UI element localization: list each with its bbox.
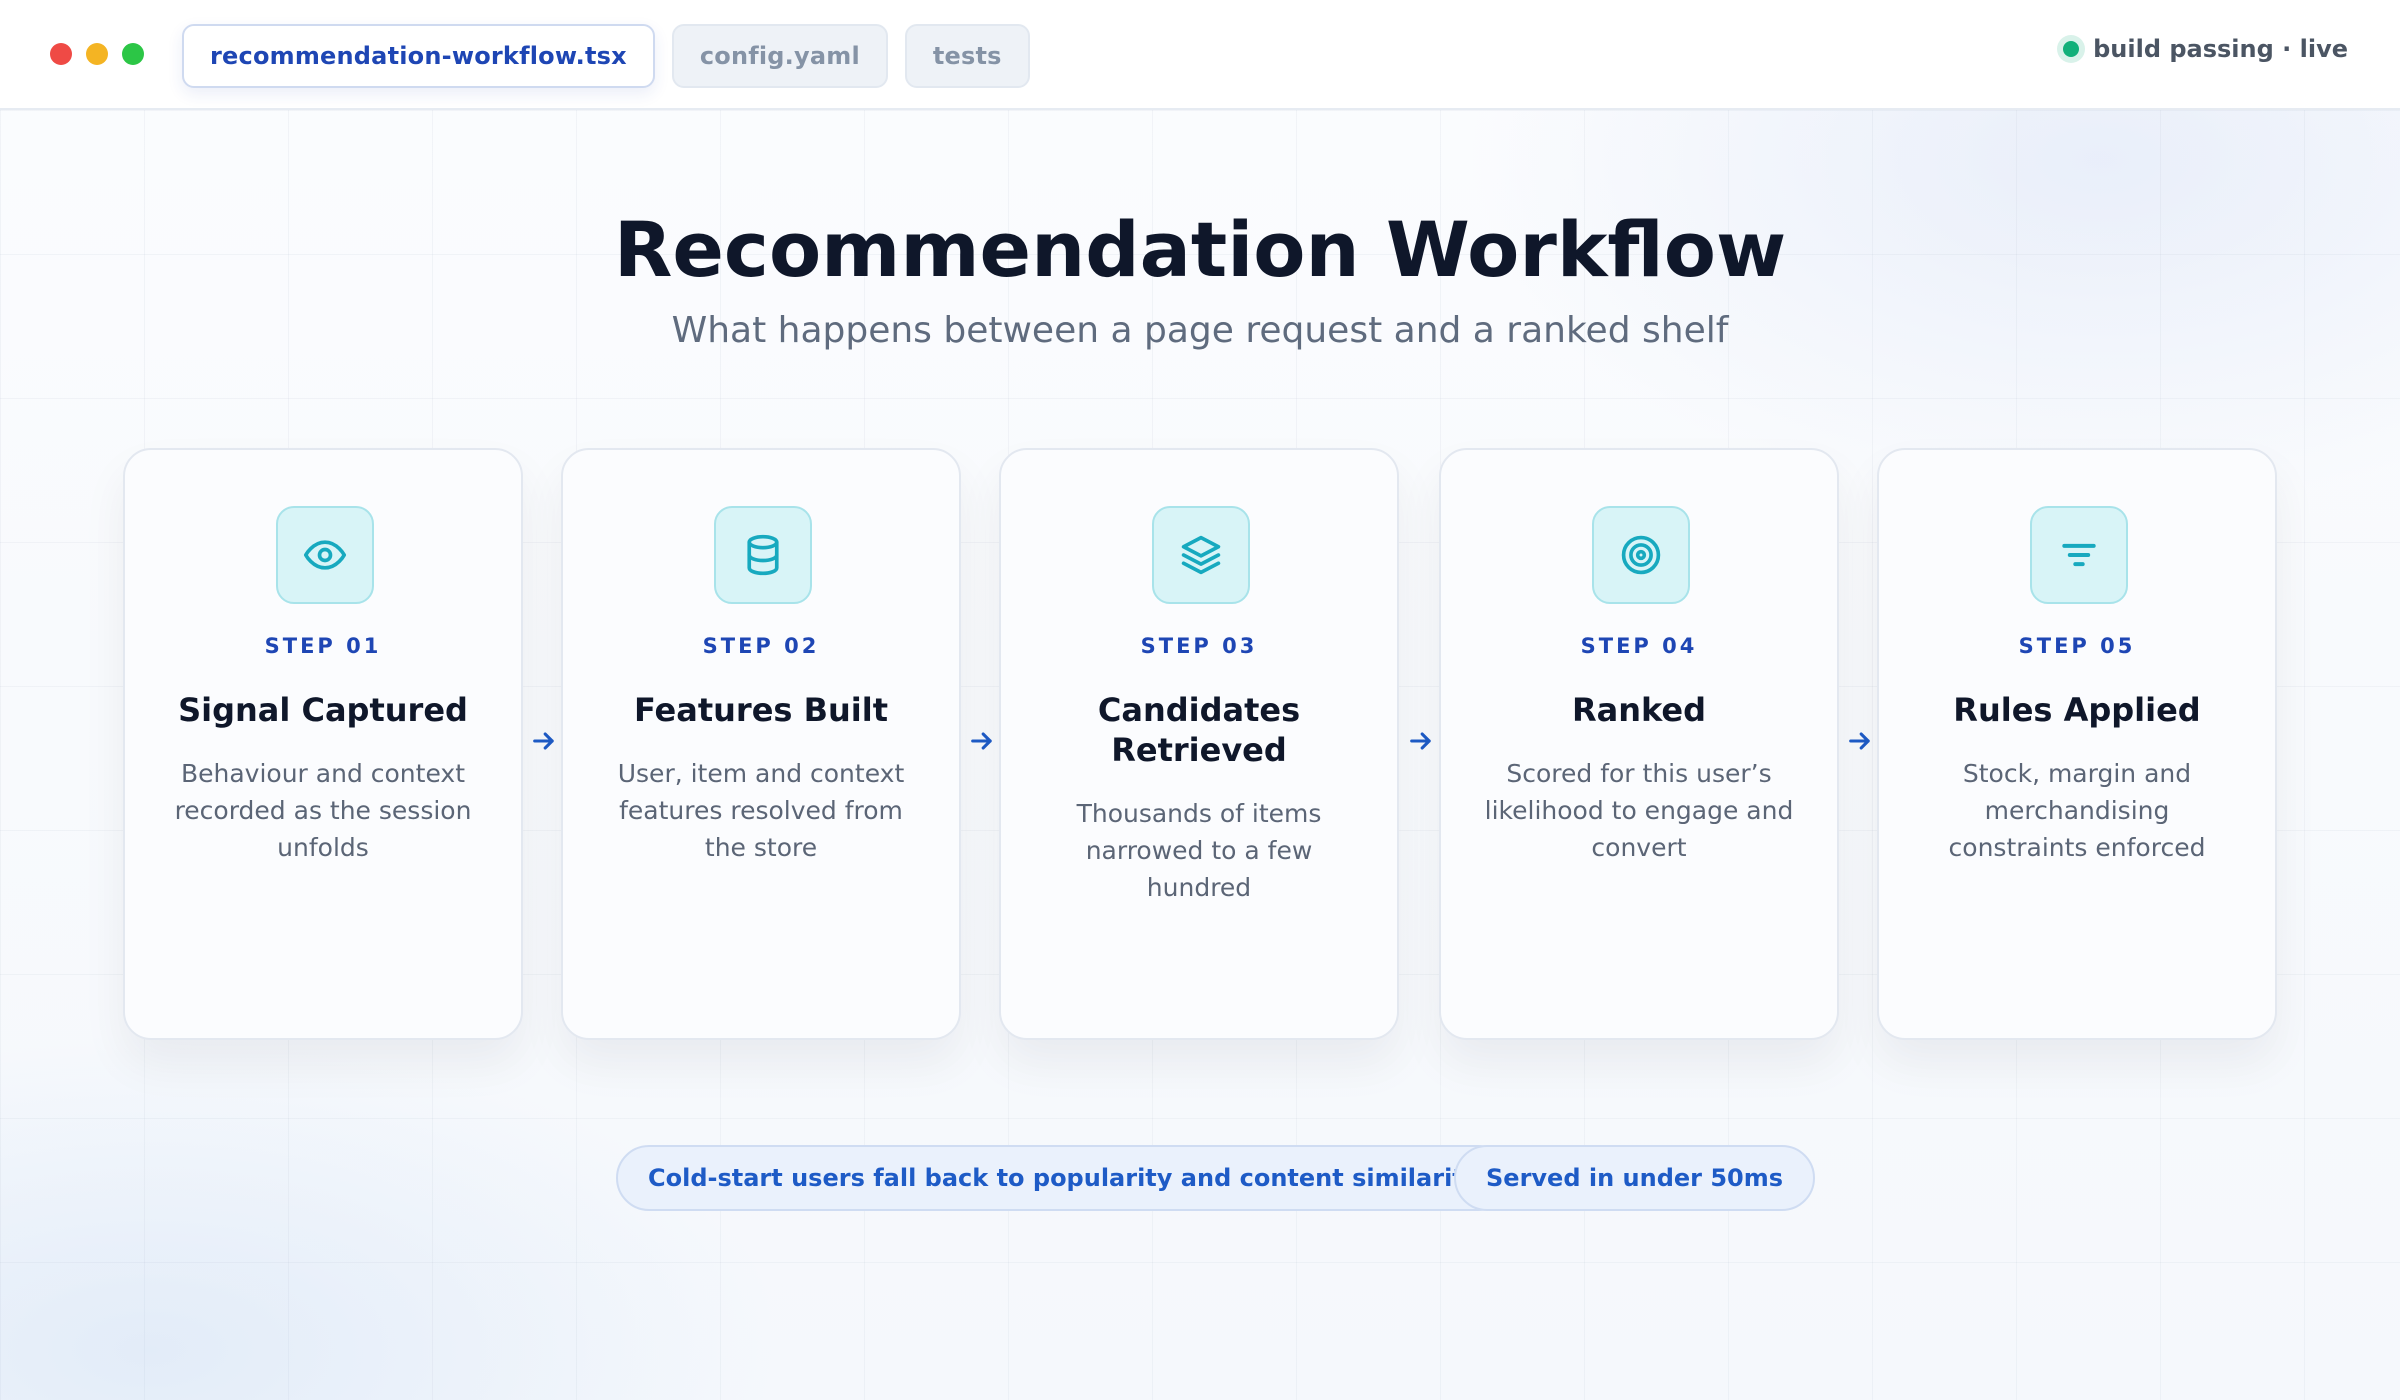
step-label: STEP 05 [2018,634,2136,658]
build-status: build passing · live [2063,35,2348,63]
step-label: STEP 04 [1580,634,1698,658]
step-icon-box [1152,506,1250,604]
step-icon-box [1592,506,1690,604]
step-card-features-built: STEP 02 Features Built User, item and co… [561,448,961,1040]
tab-recommendation-workflow[interactable]: recommendation-workflow.tsx [182,24,655,88]
status-text: build passing · live [2093,35,2348,63]
close-window-button[interactable] [50,43,72,65]
file-tabs: recommendation-workflow.tsx config.yaml … [182,24,1030,88]
title-bar: recommendation-workflow.tsx config.yaml … [0,0,2400,110]
step-description: Thousands of items narrowed to a few hun… [1076,799,1322,902]
step-card-signal-captured: STEP 01 Signal Captured Behaviour and co… [123,448,523,1040]
step-description: Stock, margin and merchandising constrai… [1948,759,2206,862]
cold-start-note-badge: Cold-start users fall back to popularity… [616,1145,1512,1211]
arrow-right-icon [529,726,559,756]
step-description: User, item and context features resolved… [617,759,905,862]
minimize-window-button[interactable] [86,43,108,65]
step-title: Features Built [633,691,888,729]
status-indicator-icon [2063,41,2080,57]
step-icon-box [2030,506,2128,604]
step-card-candidates-retrieved: STEP 03 Candidates Retrieved Thousands o… [999,448,1399,1040]
arrow-right-icon [967,726,997,756]
step-title: Rules Applied [1953,691,2201,729]
filter-icon [2062,543,2096,567]
page-subtitle: What happens between a page request and … [671,310,1729,351]
step-description: Scored for this user’s likelihood to eng… [1484,759,1794,862]
maximize-window-button[interactable] [122,43,144,65]
step-description: Behaviour and context recorded as the se… [174,759,472,862]
page-title: Recommendation Workflow [613,205,1787,294]
tab-tests[interactable]: tests [904,24,1030,88]
step-icon-box [276,506,374,604]
tab-config-yaml[interactable]: config.yaml [671,24,888,88]
step-label: STEP 02 [702,634,820,658]
target-icon [1621,535,1661,575]
step-title: Ranked [1571,691,1707,729]
arrow-right-icon [1845,726,1875,756]
step-card-rules-applied: STEP 05 Rules Applied Stock, margin and … [1877,448,2277,1040]
arrow-right-icon [1406,726,1436,756]
step-label: STEP 03 [1140,634,1258,658]
step-label: STEP 01 [264,634,382,658]
window-controls [50,43,144,65]
step-title: Signal Captured [178,691,468,729]
eye-icon [303,540,347,570]
step-card-ranked: STEP 04 Ranked Scored for this user’s li… [1439,448,1839,1040]
latency-note-badge: Served in under 50ms [1454,1145,1816,1211]
step-title: Candidates Retrieved [1097,691,1301,769]
database-icon [747,534,779,576]
step-icon-box [714,506,812,604]
app-window: recommendation-workflow.tsx config.yaml … [0,0,2400,1400]
layers-icon [1181,535,1221,575]
